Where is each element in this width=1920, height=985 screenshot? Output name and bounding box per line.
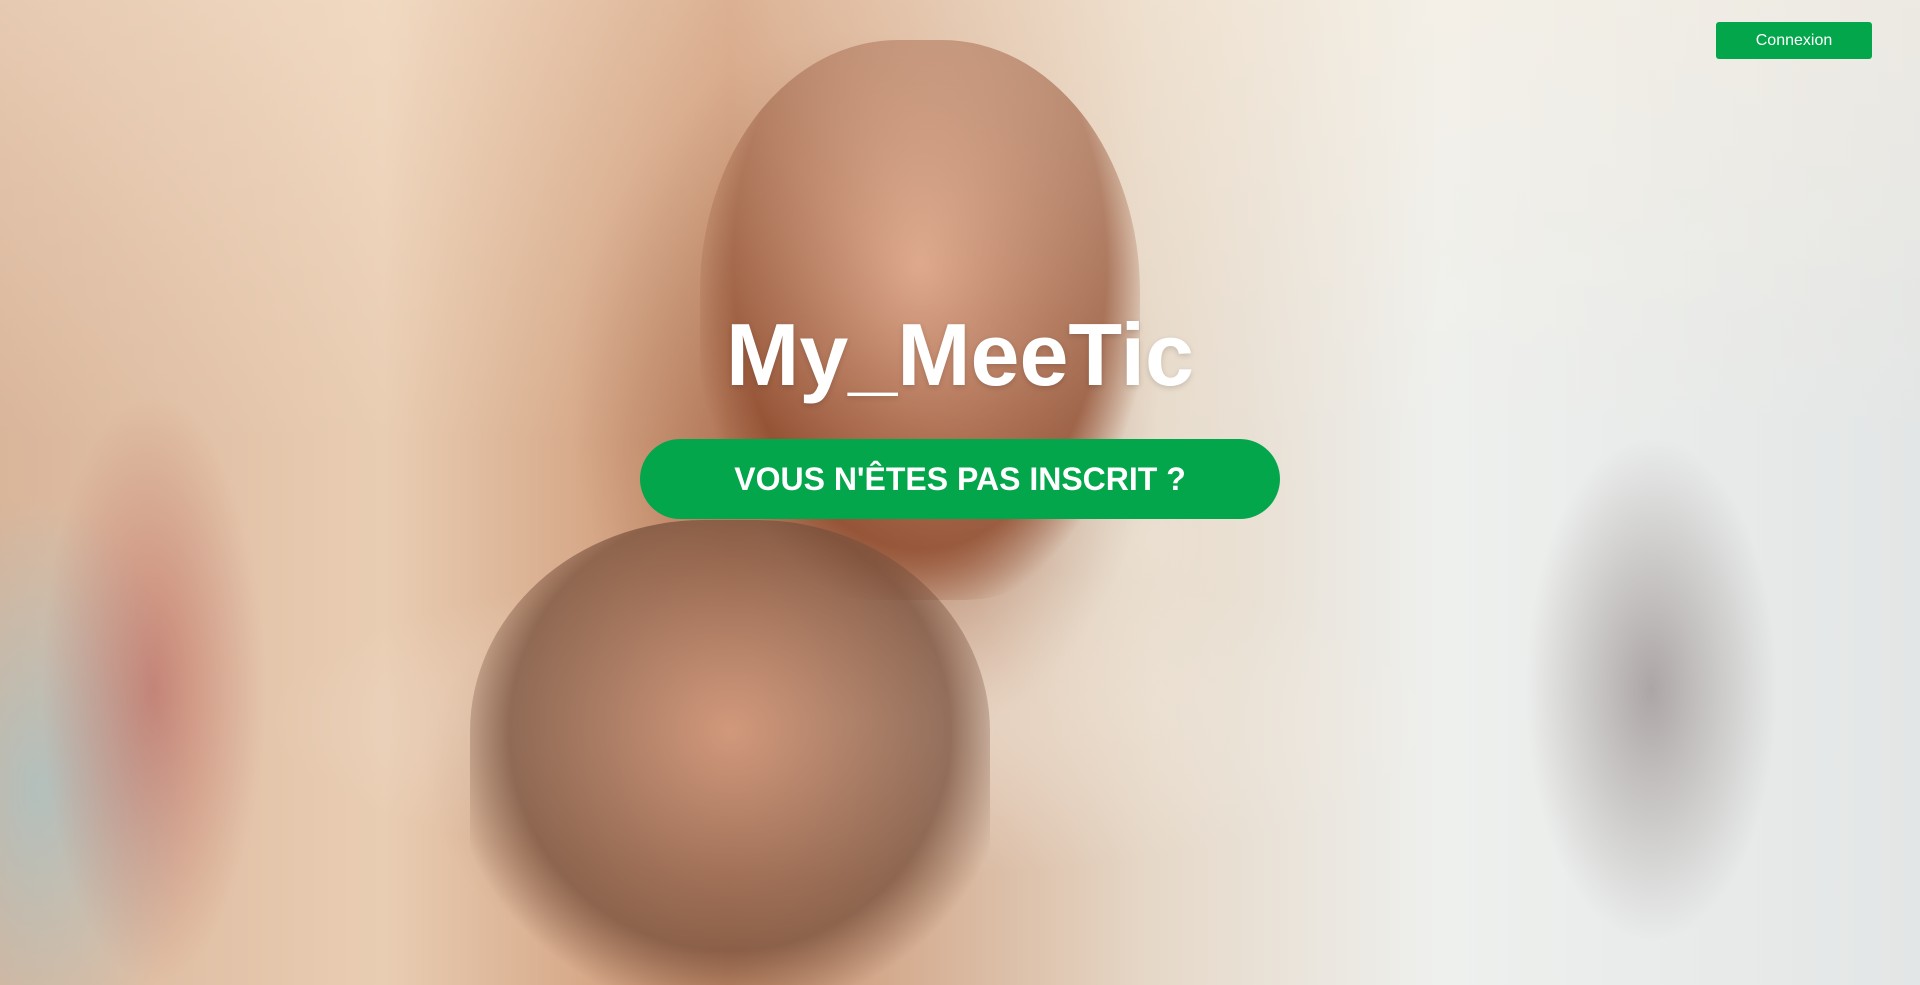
- brand-title: My_MeeTic: [726, 305, 1194, 404]
- login-button[interactable]: Connexion: [1716, 22, 1872, 59]
- register-cta-button[interactable]: VOUS N'ÊTES PAS INSCRIT ?: [640, 439, 1280, 519]
